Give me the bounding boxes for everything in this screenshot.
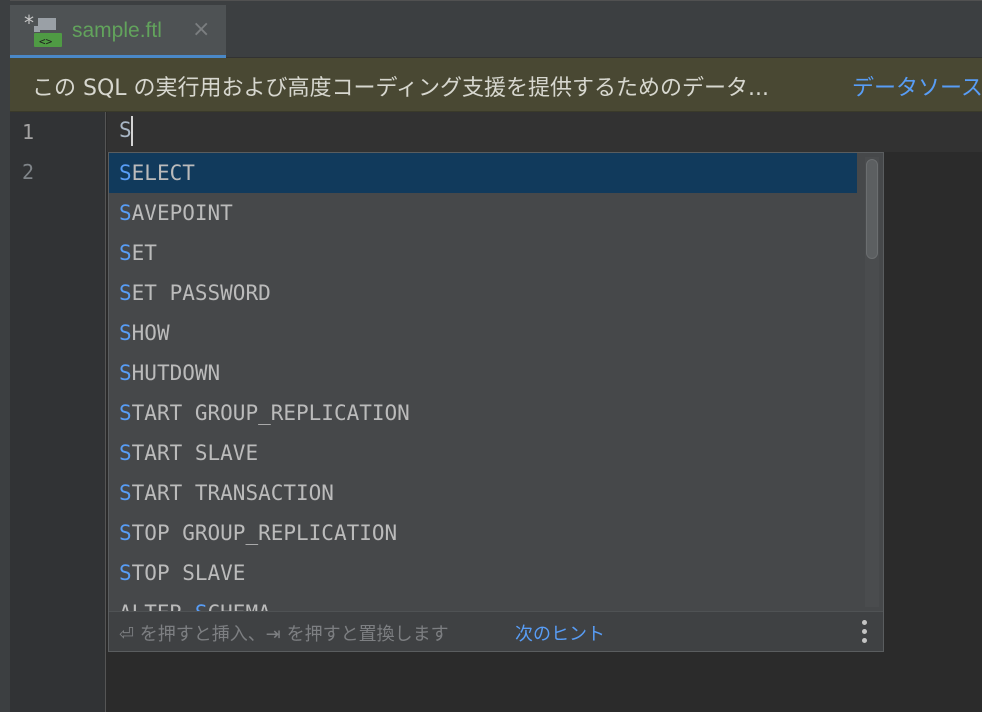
datasource-banner: この SQL の実行用および高度コーディング支援を提供するためのデータ... デ… bbox=[10, 58, 982, 112]
completion-item-match: S bbox=[119, 401, 132, 425]
completion-item-rest: TOP SLAVE bbox=[131, 561, 246, 585]
ide-editor-window: * <> sample.ftl × この SQL の実行用および高度コーディング… bbox=[0, 0, 982, 712]
tab-file-name: sample.ftl bbox=[72, 19, 162, 42]
completion-item[interactable]: START SLAVE bbox=[109, 433, 857, 473]
code-line-1[interactable]: S bbox=[119, 118, 132, 142]
completion-item[interactable]: STOP GROUP_REPLICATION bbox=[109, 513, 857, 553]
current-line-highlight bbox=[107, 112, 982, 152]
completion-item[interactable]: SELECT bbox=[109, 153, 857, 193]
line-number-gutter: 1 2 bbox=[10, 112, 106, 712]
modified-marker: * bbox=[24, 14, 34, 35]
completion-item-match: S bbox=[119, 361, 132, 385]
completion-item[interactable]: STOP SLAVE bbox=[109, 553, 857, 593]
completion-item-match: S bbox=[195, 601, 208, 611]
banner-message: この SQL の実行用および高度コーディング支援を提供するためのデータ... bbox=[32, 76, 769, 101]
completion-item[interactable]: SAVEPOINT bbox=[109, 193, 857, 233]
next-tip-link[interactable]: 次のヒント bbox=[515, 620, 605, 646]
completion-item-prefix: ALTER bbox=[119, 601, 195, 611]
completion-item-rest: ET bbox=[131, 241, 157, 265]
completion-item-rest: TOP GROUP_REPLICATION bbox=[131, 521, 398, 545]
completion-item-rest: TART SLAVE bbox=[131, 441, 259, 465]
tab-sample-ftl[interactable]: * <> sample.ftl × bbox=[10, 5, 226, 59]
completion-item-match: S bbox=[119, 201, 132, 225]
completion-item-match: S bbox=[119, 241, 132, 265]
completion-footer: ⏎ を押すと挿入、⇥ を押すと置換します 次のヒント bbox=[109, 611, 883, 651]
completion-item[interactable]: ALTER SCHEMA bbox=[109, 593, 857, 611]
completion-item-match: S bbox=[119, 481, 132, 505]
completion-item-rest: HUTDOWN bbox=[131, 361, 221, 385]
completion-item-match: S bbox=[119, 561, 132, 585]
editor-tab-bar: * <> sample.ftl × bbox=[10, 0, 982, 59]
text-caret bbox=[131, 116, 133, 146]
completion-item-rest: AVEPOINT bbox=[131, 201, 233, 225]
completion-item-match: S bbox=[119, 161, 132, 185]
completion-item-match: S bbox=[119, 321, 132, 345]
line-number: 2 bbox=[22, 160, 35, 184]
completion-item[interactable]: START TRANSACTION bbox=[109, 473, 857, 513]
completion-item[interactable]: SET bbox=[109, 233, 857, 273]
completion-list: SELECT SAVEPOINT SET SET PASSWORD SHOW SHUTDO… bbox=[109, 153, 857, 611]
completion-item-rest: TART TRANSACTION bbox=[131, 481, 334, 505]
completion-item[interactable]: SET PASSWORD bbox=[109, 273, 857, 313]
ftl-file-icon: * <> bbox=[24, 11, 64, 50]
completion-scrollbar[interactable] bbox=[865, 157, 879, 607]
more-vertical-icon[interactable] bbox=[859, 618, 869, 646]
close-icon[interactable]: × bbox=[192, 17, 210, 43]
completion-item-rest: HOW bbox=[131, 321, 170, 345]
completion-item-match: S bbox=[119, 281, 132, 305]
completion-item-rest: ET PASSWORD bbox=[131, 281, 271, 305]
completion-item[interactable]: START GROUP_REPLICATION bbox=[109, 393, 857, 433]
completion-item[interactable]: SHOW bbox=[109, 313, 857, 353]
configure-datasource-link[interactable]: データソース bbox=[852, 70, 982, 102]
completion-item-rest: CHEMA bbox=[208, 601, 271, 611]
code-completion-popup: SELECT SAVEPOINT SET SET PASSWORD SHOW SHUTDO… bbox=[108, 152, 884, 652]
completion-item-rest: TART GROUP_REPLICATION bbox=[131, 401, 410, 425]
completion-item-match: S bbox=[119, 441, 132, 465]
completion-hint: ⏎ を押すと挿入、⇥ を押すと置換します bbox=[119, 624, 449, 645]
completion-item-match: S bbox=[119, 521, 132, 545]
completion-item-rest: ELECT bbox=[131, 161, 195, 185]
svg-text:<>: <> bbox=[39, 35, 53, 48]
completion-item[interactable]: SHUTDOWN bbox=[109, 353, 857, 393]
line-number: 1 bbox=[22, 120, 35, 144]
scrollbar-thumb[interactable] bbox=[866, 159, 878, 259]
